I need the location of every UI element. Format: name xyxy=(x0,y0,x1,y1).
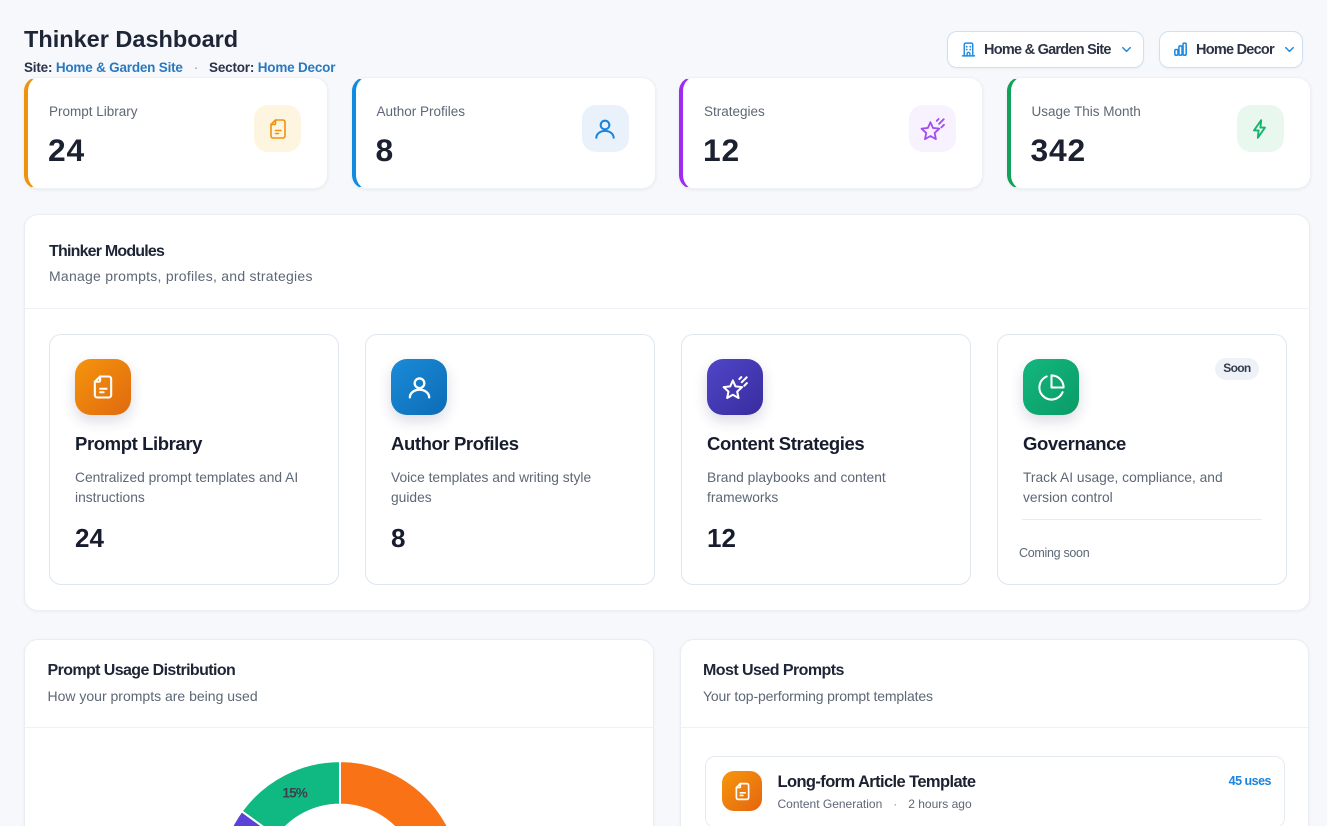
svg-text:15%: 15% xyxy=(282,785,307,800)
